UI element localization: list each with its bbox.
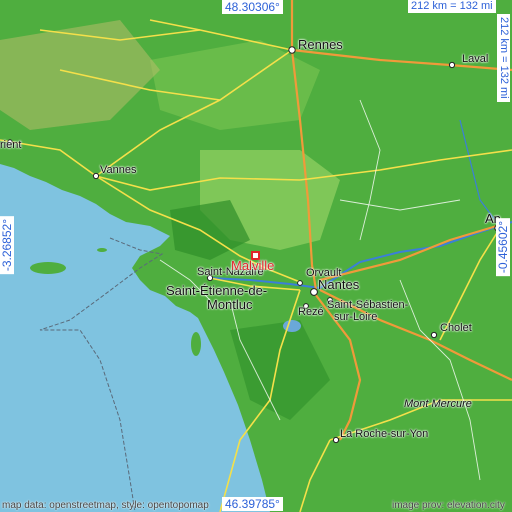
place-label-mont-mercure: Mont Mercure (404, 398, 472, 410)
lake (283, 320, 301, 332)
place-label-reze: Rezé (298, 306, 324, 318)
vannes-marker (92, 172, 100, 180)
place-label-vannes: Vannes (100, 164, 137, 176)
hoedic (97, 248, 107, 252)
place-label-saint-sebastien-line1: Saint-Sébastien- (327, 299, 409, 311)
cholet-marker (430, 331, 438, 339)
place-label-saint-etienne-line2: Montluc (207, 297, 253, 312)
place-label-saint-sebastien-line2: sur-Loire (334, 311, 378, 323)
rennes-marker (288, 46, 296, 54)
la-roche-marker (332, 436, 340, 444)
place-label-lorient: rient (0, 139, 22, 151)
coord-top: 48.30306° (222, 0, 283, 14)
nantes-marker (310, 288, 318, 296)
coord-right: -0.45602° (496, 218, 510, 277)
credit-left: map data: openstreetmap, style: opentopo… (2, 500, 209, 511)
belle-ile (30, 262, 66, 274)
terrain-map (0, 0, 512, 512)
credit-right: image prov: elevation.city (392, 500, 505, 511)
laval-marker (448, 61, 456, 69)
place-label-cholet: Cholet (440, 322, 472, 334)
place-label-rennes: Rennes (298, 37, 343, 52)
coord-bottom: 46.39785° (222, 497, 283, 511)
noirmoutier (191, 332, 201, 356)
coord-left: -3.26852° (0, 216, 14, 275)
place-label-malville: Malville (231, 258, 275, 273)
place-label-saint-etienne-line1: Saint-Étienne-de- (166, 283, 268, 298)
place-label-laval: Laval (462, 53, 489, 65)
orvault-marker (297, 280, 303, 286)
map[interactable]: Rennes Laval rient Vannes An Saint-Nazai… (0, 0, 512, 512)
scale-vertical: 212 km = 132 mi (497, 14, 510, 102)
place-label-la-roche-sur-yon: La Roche-sur-Yon (340, 428, 429, 440)
place-label-nantes: Nantes (318, 277, 360, 292)
scale-horizontal: 212 km = 132 mi (408, 0, 496, 13)
